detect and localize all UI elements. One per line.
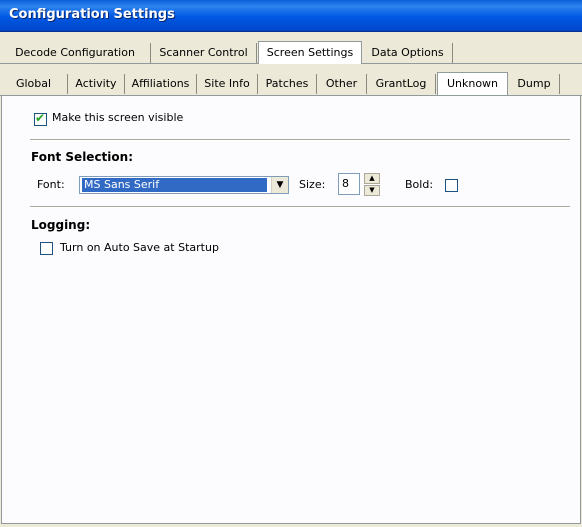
make-visible-label: Make this screen visible (52, 111, 184, 124)
make-visible-checkbox[interactable]: ✔ (34, 111, 47, 126)
font-label: Font: (37, 178, 65, 191)
size-label: Size: (299, 178, 326, 191)
tab-dump[interactable]: Dump (509, 74, 560, 94)
tab-screen-settings[interactable]: Screen Settings (258, 41, 362, 64)
size-spinner: ▲ ▼ (364, 173, 380, 197)
font-selection-heading: Font Selection: (31, 150, 133, 164)
spin-down-icon[interactable]: ▼ (364, 185, 380, 196)
logging-heading: Logging: (31, 218, 91, 232)
size-input[interactable]: 8 (338, 173, 360, 195)
font-select-value: MS Sans Serif (82, 178, 267, 192)
spin-up-icon[interactable]: ▲ (364, 173, 380, 184)
tab-affiliations[interactable]: Affiliations (125, 74, 197, 94)
bold-label: Bold: (405, 178, 434, 191)
separator-bottom (30, 206, 570, 208)
tab-other[interactable]: Other (317, 74, 367, 94)
tab-patches[interactable]: Patches (258, 74, 317, 94)
autosave-checkbox[interactable] (40, 242, 53, 255)
sub-tab-row: Global Activity Affiliations Site Info P… (0, 72, 582, 95)
tab-site-info[interactable]: Site Info (197, 74, 258, 94)
separator-top (30, 139, 570, 141)
autosave-label: Turn on Auto Save at Startup (60, 241, 219, 254)
tab-grantlog[interactable]: GrantLog (367, 74, 436, 94)
font-select[interactable]: MS Sans Serif ▼ (79, 176, 289, 194)
tab-decode-configuration[interactable]: Decode Configuration (0, 43, 151, 63)
configuration-window: Configuration Settings Decode Configurat… (0, 0, 582, 527)
tab-global[interactable]: Global (0, 74, 68, 94)
tab-activity[interactable]: Activity (68, 74, 125, 94)
title-bar: Configuration Settings (0, 0, 582, 32)
dropdown-arrow-icon[interactable]: ▼ (271, 177, 288, 193)
bold-checkbox[interactable] (445, 179, 458, 192)
window-title: Configuration Settings (9, 7, 175, 22)
checkmark-icon: ✔ (35, 111, 46, 125)
tab-scanner-control[interactable]: Scanner Control (151, 43, 257, 63)
main-tab-row: Decode Configuration Scanner Control Scr… (0, 41, 582, 64)
tab-data-options[interactable]: Data Options (363, 43, 453, 63)
tab-unknown[interactable]: Unknown (437, 72, 508, 95)
